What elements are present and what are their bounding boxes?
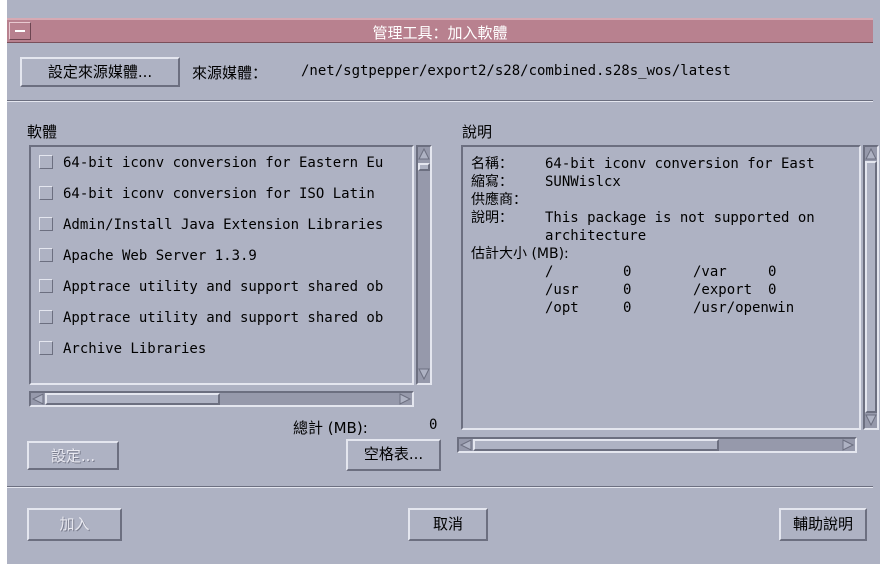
description-label: 說明：	[471, 210, 513, 226]
size-value: 0	[768, 282, 777, 298]
title-bar[interactable]: 管理工具：加入軟體	[7, 18, 873, 43]
size-value: 0	[623, 282, 632, 298]
package-checkbox[interactable]	[39, 248, 53, 262]
scroll-down-arrow-icon[interactable]	[865, 413, 877, 427]
scroll-thumb[interactable]	[45, 393, 220, 405]
software-heading: 軟體	[27, 123, 58, 141]
package-name: 64-bit iconv conversion for Eastern Eu	[63, 155, 384, 171]
package-checkbox[interactable]	[39, 310, 53, 324]
scroll-up-arrow-icon[interactable]	[865, 147, 877, 161]
scroll-right-arrow-icon[interactable]	[398, 393, 412, 405]
estimated-size-label: 估計大小 (MB):	[471, 246, 569, 262]
description-vertical-scrollbar[interactable]	[863, 145, 879, 430]
scroll-thumb[interactable]	[473, 439, 719, 451]
total-label-text: 總計 (MB):	[293, 419, 368, 437]
add-button[interactable]: 加入	[27, 508, 122, 541]
size-path: /usr/openwin	[693, 300, 795, 316]
cancel-button[interactable]: 取消	[408, 508, 488, 541]
list-item[interactable]: Apptrace utility and support shared ob	[39, 279, 383, 301]
list-item[interactable]: Apache Web Server 1.3.9	[39, 248, 257, 270]
software-vertical-scrollbar[interactable]	[416, 145, 432, 385]
total-size-label: 總計 (MB):	[293, 417, 368, 438]
size-value: 0	[768, 264, 777, 280]
size-path: /usr	[545, 282, 579, 298]
list-item[interactable]: Archive Libraries	[39, 341, 206, 363]
list-item[interactable]: 64-bit iconv conversion for ISO Latin	[39, 186, 375, 208]
bottom-separator	[7, 486, 873, 488]
name-label: 名稱：	[471, 156, 513, 172]
package-checkbox[interactable]	[39, 279, 53, 293]
abbreviation-value: SUNWislcx	[545, 174, 621, 190]
package-checkbox[interactable]	[39, 186, 53, 200]
size-path: /opt	[545, 300, 579, 316]
vendor-label: 供應商：	[471, 192, 527, 208]
help-button[interactable]: 輔助說明	[779, 508, 867, 541]
description-text-line-2: architecture	[545, 228, 647, 244]
source-media-path: /net/sgtpepper/export2/s28/combined.s28s…	[301, 63, 731, 79]
disk-space-button[interactable]: 空格表...	[346, 439, 441, 471]
size-value: 0	[623, 264, 632, 280]
software-list[interactable]: 64-bit iconv conversion for Eastern Eu 6…	[29, 145, 414, 385]
package-name: Admin/Install Java Extension Libraries	[63, 217, 384, 233]
scroll-right-arrow-icon[interactable]	[841, 439, 855, 451]
package-name: Apache Web Server 1.3.9	[63, 248, 257, 264]
description-panel: 名稱： 64-bit iconv conversion for East 縮寫：…	[461, 145, 861, 430]
scroll-left-arrow-icon[interactable]	[459, 439, 473, 451]
source-media-label: 來源媒體：	[192, 64, 268, 82]
list-item[interactable]: Admin/Install Java Extension Libraries	[39, 217, 383, 239]
package-name: Apptrace utility and support shared ob	[63, 310, 384, 326]
package-checkbox[interactable]	[39, 341, 53, 355]
package-name: 64-bit iconv conversion for ISO Latin	[63, 186, 375, 202]
dialog-window: 管理工具：加入軟體 設定來源媒體... 來源媒體： /net/sgtpepper…	[7, 0, 880, 564]
description-heading: 說明	[462, 123, 493, 141]
abbreviation-label: 縮寫：	[471, 174, 513, 190]
package-name: Archive Libraries	[63, 341, 207, 357]
list-item[interactable]: Apptrace utility and support shared ob	[39, 310, 383, 332]
list-item[interactable]: 64-bit iconv conversion for Eastern Eu	[39, 155, 383, 177]
description-text-line-1: This package is not supported on	[545, 210, 815, 226]
total-size-value: 0	[429, 417, 438, 433]
size-path: /var	[693, 264, 727, 280]
set-source-media-button[interactable]: 設定來源媒體...	[20, 57, 180, 87]
scroll-left-arrow-icon[interactable]	[31, 393, 45, 405]
package-checkbox[interactable]	[39, 155, 53, 169]
name-value: 64-bit iconv conversion for East	[545, 156, 815, 172]
package-checkbox[interactable]	[39, 217, 53, 231]
window-title: 管理工具：加入軟體	[372, 24, 508, 42]
size-path: /export	[693, 282, 753, 298]
settings-button[interactable]: 設定...	[27, 441, 119, 470]
scroll-up-arrow-icon[interactable]	[418, 147, 430, 161]
scroll-down-arrow-icon[interactable]	[418, 367, 430, 381]
description-horizontal-scrollbar[interactable]	[457, 437, 857, 453]
scroll-thumb[interactable]	[865, 161, 877, 413]
package-name: Apptrace utility and support shared ob	[63, 279, 384, 295]
size-path: /	[545, 264, 554, 280]
size-value: 0	[623, 300, 632, 316]
top-separator	[7, 100, 873, 102]
software-horizontal-scrollbar[interactable]	[29, 391, 414, 407]
scroll-thumb[interactable]	[418, 163, 430, 171]
